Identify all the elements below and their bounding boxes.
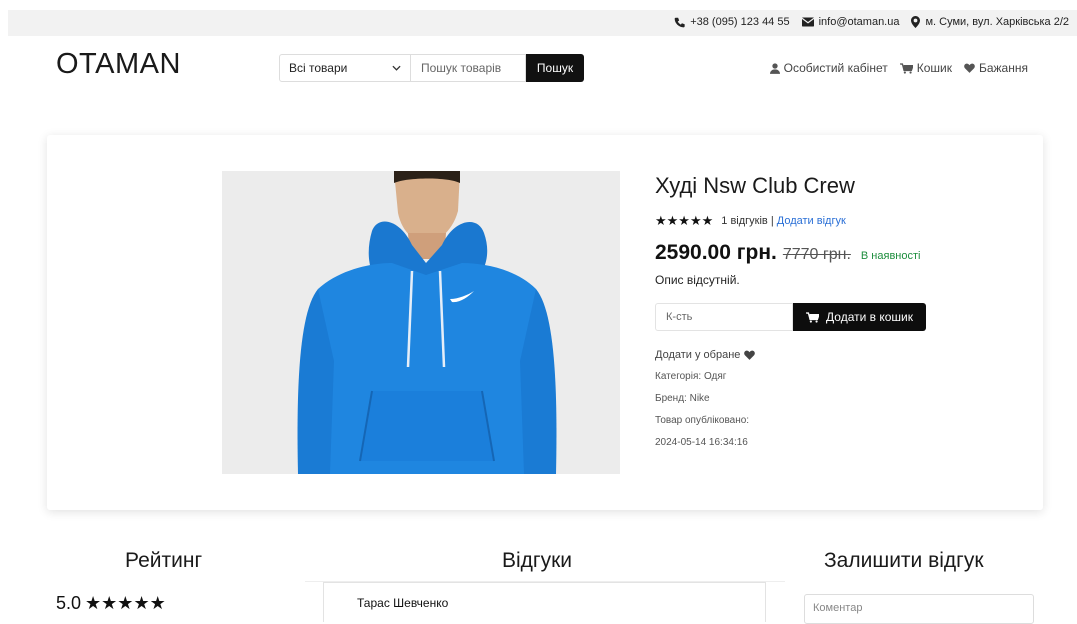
search-placeholder: Пошук товарів bbox=[421, 61, 502, 75]
comment-input[interactable]: Коментар bbox=[804, 594, 1034, 624]
reviews-heading: Відгуки bbox=[502, 549, 573, 572]
review-item: Тарас Шевченко bbox=[323, 582, 766, 622]
rating-stars: ★★★★★ bbox=[655, 213, 714, 228]
search-button[interactable]: Пошук bbox=[526, 54, 584, 82]
email-contact[interactable]: info@otaman.ua bbox=[801, 16, 900, 28]
phone-icon bbox=[674, 17, 685, 27]
current-price: 2590.00 грн. bbox=[655, 241, 777, 264]
search-bar: Всі товари Пошук товарів Пошук bbox=[279, 54, 584, 82]
contacts: +38 (095) 123 44 55 info@otaman.ua м. Су… bbox=[674, 16, 1069, 28]
stock-status: В наявності bbox=[860, 250, 921, 262]
wishlist-link[interactable]: Бажання bbox=[964, 61, 1028, 75]
site-logo[interactable]: OTAMAN bbox=[56, 48, 181, 81]
rating-score: 5.0 bbox=[56, 593, 82, 613]
cart-icon bbox=[899, 62, 913, 74]
category-select-value: Всі товари bbox=[289, 61, 348, 75]
add-to-cart-label: Додати в кошик bbox=[826, 310, 913, 324]
add-to-favorites[interactable]: Додати у обране bbox=[655, 344, 1015, 366]
category-select[interactable]: Всі товари bbox=[279, 54, 411, 82]
leave-review-heading: Залишити відгук bbox=[824, 549, 984, 572]
reviews-separator: | bbox=[770, 215, 774, 227]
product-description: Опис відсутній. bbox=[655, 273, 740, 287]
add-to-favorites-label: Додати у обране bbox=[655, 349, 741, 361]
phone-contact[interactable]: +38 (095) 123 44 55 bbox=[674, 16, 790, 28]
email-text: info@otaman.ua bbox=[818, 16, 900, 28]
address-contact[interactable]: м. Суми, вул. Харківська 2/2 bbox=[911, 16, 1069, 28]
account-label: Особистий кабінет bbox=[783, 61, 888, 75]
review-author: Тарас Шевченко bbox=[357, 596, 449, 610]
product-category: Категорія: Одяг bbox=[655, 371, 727, 382]
rating-summary: 5.0 ★★★★★ bbox=[56, 593, 166, 614]
user-icon bbox=[769, 62, 780, 74]
product-prices: 2590.00 грн. 7770 грн. В наявності bbox=[655, 241, 1015, 265]
phone-text: +38 (095) 123 44 55 bbox=[690, 16, 790, 28]
add-review-link[interactable]: Додати відгук bbox=[777, 215, 846, 227]
add-to-cart-button[interactable]: Додати в кошик bbox=[793, 303, 926, 331]
top-contact-bar: +38 (095) 123 44 55 info@otaman.ua м. Су… bbox=[8, 10, 1077, 36]
envelope-icon bbox=[801, 17, 814, 27]
account-link[interactable]: Особистий кабінет bbox=[769, 61, 888, 75]
product-title: Худі Nsw Club Crew bbox=[655, 173, 855, 198]
reviews-count: 1 відгуків bbox=[721, 215, 768, 227]
product-card: Худі Nsw Club Crew ★★★★★ 1 відгуків | До… bbox=[47, 135, 1043, 510]
product-image[interactable] bbox=[222, 171, 620, 474]
address-text: м. Суми, вул. Харківська 2/2 bbox=[925, 16, 1069, 28]
hoodie-illustration bbox=[222, 171, 620, 474]
published-label: Товар опубліковано: bbox=[655, 415, 750, 426]
quantity-placeholder: К-сть bbox=[666, 311, 693, 323]
comment-placeholder: Коментар bbox=[813, 602, 863, 614]
chevron-down-icon bbox=[392, 65, 401, 71]
user-nav: Особистий кабінет Кошик Бажання bbox=[769, 61, 1028, 75]
add-to-cart-row: К-сть Додати в кошик bbox=[655, 303, 1015, 331]
cart-label: Кошик bbox=[916, 61, 952, 75]
published-date: 2024-05-14 16:34:16 bbox=[655, 437, 748, 448]
map-marker-icon bbox=[911, 16, 921, 28]
product-brand: Бренд: Nike bbox=[655, 393, 710, 404]
heart-icon bbox=[744, 350, 756, 360]
cart-icon bbox=[806, 311, 820, 323]
search-input[interactable]: Пошук товарів bbox=[411, 54, 526, 82]
product-meta: Додати у обране Категорія: Одяг Бренд: N… bbox=[655, 344, 1015, 454]
product-info: Худі Nsw Club Crew ★★★★★ 1 відгуків | До… bbox=[655, 173, 1015, 454]
rating-summary-stars: ★★★★★ bbox=[85, 593, 166, 613]
product-rating: ★★★★★ 1 відгуків | Додати відгук bbox=[655, 213, 1015, 229]
wishlist-label: Бажання bbox=[978, 61, 1028, 75]
rating-heading: Рейтинг bbox=[125, 549, 203, 572]
old-price: 7770 грн. bbox=[782, 246, 851, 263]
heart-icon bbox=[964, 63, 975, 73]
quantity-input[interactable]: К-сть bbox=[655, 303, 793, 331]
cart-link[interactable]: Кошик bbox=[899, 61, 952, 75]
